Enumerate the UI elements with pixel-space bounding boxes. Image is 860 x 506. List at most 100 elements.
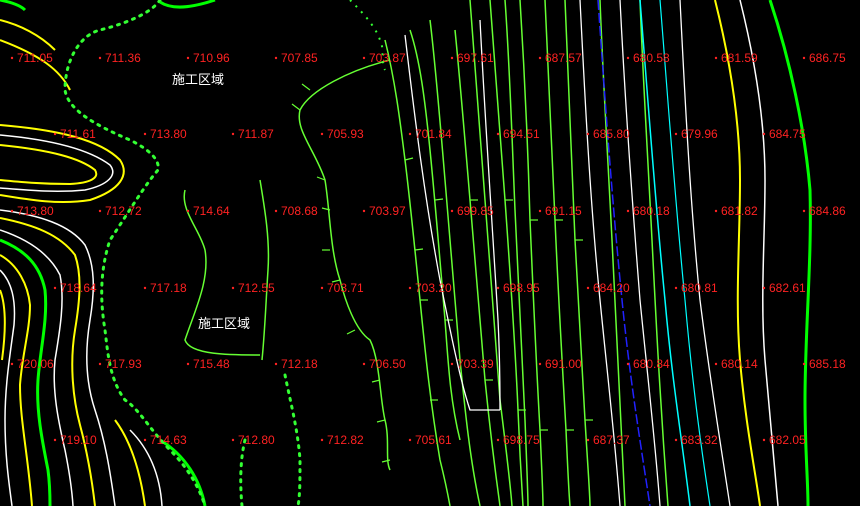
- elevation-dot: [762, 286, 766, 290]
- elevation-label: 685.80: [593, 127, 630, 141]
- elevation-point: 685.80: [586, 127, 630, 141]
- elevation-dot: [674, 286, 678, 290]
- elevation-label: 703.97: [369, 204, 406, 218]
- elevation-point: 706.50: [362, 357, 406, 371]
- elevation-dot: [53, 438, 57, 442]
- elevation-dot: [320, 438, 324, 442]
- elevation-label: 687.57: [545, 51, 582, 65]
- elevation-point: 715.48: [186, 357, 230, 371]
- elevation-label: 683.32: [681, 433, 718, 447]
- elevation-point: 712.55: [231, 281, 275, 295]
- elevation-label: 711.36: [105, 51, 141, 65]
- elevation-dot: [626, 56, 630, 60]
- elevation-dot: [538, 209, 542, 213]
- elevation-point: 703.71: [320, 281, 364, 295]
- elevation-dot: [408, 132, 412, 136]
- elevation-label: 713.80: [17, 204, 54, 218]
- elevation-label: 694.51: [503, 127, 540, 141]
- elevation-label: 715.48: [193, 357, 230, 371]
- elevation-dot: [586, 132, 590, 136]
- elevation-dot: [98, 56, 102, 60]
- elevation-dot: [802, 56, 806, 60]
- elevation-label: 712.72: [105, 204, 142, 218]
- elevation-label: 681.59: [721, 51, 758, 65]
- elevation-dot: [450, 209, 454, 213]
- elevation-label: 698.95: [503, 281, 540, 295]
- elevation-dot: [274, 362, 278, 366]
- elevation-dot: [143, 438, 147, 442]
- elevation-label: 712.18: [281, 357, 318, 371]
- elevation-label: 711.61: [60, 127, 96, 141]
- elevation-point: 717.93: [98, 357, 142, 371]
- elevation-point: 694.51: [496, 127, 540, 141]
- elevation-dot: [231, 438, 235, 442]
- elevation-point: 680.14: [714, 357, 758, 371]
- elevation-point: 705.61: [408, 433, 452, 447]
- elevation-label: 697.61: [457, 51, 494, 65]
- elevation-label: 680.81: [681, 281, 718, 295]
- elevation-point: 691.15: [538, 204, 582, 218]
- elevation-point: 712.18: [274, 357, 318, 371]
- elevation-label: 703.39: [457, 357, 494, 371]
- elevation-dot: [802, 209, 806, 213]
- elevation-dot: [98, 209, 102, 213]
- elevation-point: 681.82: [714, 204, 758, 218]
- elevation-dot: [143, 132, 147, 136]
- elevation-label: 712.82: [327, 433, 364, 447]
- elevation-point: 714.64: [186, 204, 230, 218]
- elevation-dot: [496, 132, 500, 136]
- elevation-label: 711.05: [17, 51, 53, 65]
- elevation-label: 705.93: [327, 127, 364, 141]
- elevation-dot: [10, 209, 14, 213]
- elevation-dot: [586, 438, 590, 442]
- elevation-point: 687.57: [538, 51, 582, 65]
- elevation-point: 681.59: [714, 51, 758, 65]
- elevation-point: 698.95: [496, 281, 540, 295]
- elevation-label: 718.64: [60, 281, 97, 295]
- zone-label-2: 施工区域: [198, 317, 250, 332]
- elevation-point: 713.80: [143, 127, 187, 141]
- elevation-dot: [802, 362, 806, 366]
- elevation-point: 703.39: [450, 357, 494, 371]
- elevation-point: 703.97: [362, 204, 406, 218]
- elevation-point: 719.10: [53, 433, 97, 447]
- elevation-label: 717.93: [105, 357, 142, 371]
- elevation-point: 711.61: [53, 127, 96, 141]
- elevation-point: 684.75: [762, 127, 806, 141]
- elevation-label: 708.68: [281, 204, 318, 218]
- topographic-map: 施工区域 施工区域 711.05 711.36 710.96 707.85 703.87…: [0, 0, 860, 506]
- elevation-point: 691.00: [538, 357, 582, 371]
- elevation-dot: [362, 209, 366, 213]
- elevation-point: 717.18: [143, 281, 187, 295]
- elevation-dot: [186, 362, 190, 366]
- elevation-point: 705.93: [320, 127, 364, 141]
- elevation-label: 684.86: [809, 204, 846, 218]
- elevation-point: 680.58: [626, 51, 670, 65]
- elevation-point: 718.64: [53, 281, 97, 295]
- elevation-point: 698.75: [496, 433, 540, 447]
- elevation-dot: [626, 362, 630, 366]
- elevation-dot: [714, 209, 718, 213]
- elevation-dot: [626, 209, 630, 213]
- elevation-label: 710.96: [193, 51, 230, 65]
- elevation-point: 685.18: [802, 357, 846, 371]
- elevation-label: 714.63: [150, 433, 187, 447]
- elevation-label: 712.80: [238, 433, 275, 447]
- elevation-dot: [538, 56, 542, 60]
- elevation-dot: [186, 56, 190, 60]
- elevation-point: 680.81: [674, 281, 718, 295]
- elevation-label: 705.61: [415, 433, 452, 447]
- elevation-point: 684.20: [586, 281, 630, 295]
- elevation-dot: [274, 56, 278, 60]
- elevation-label: 720.06: [17, 357, 54, 371]
- elevation-label: 680.18: [633, 204, 670, 218]
- elevation-label: 685.18: [809, 357, 846, 371]
- elevation-label: 701.84: [415, 127, 452, 141]
- elevation-point: 712.72: [98, 204, 142, 218]
- elevation-dot: [143, 286, 147, 290]
- elevation-dot: [450, 362, 454, 366]
- elevation-point: 701.84: [408, 127, 452, 141]
- elevation-dot: [538, 362, 542, 366]
- elevation-point: 697.61: [450, 51, 494, 65]
- elevation-point: 720.06: [10, 357, 54, 371]
